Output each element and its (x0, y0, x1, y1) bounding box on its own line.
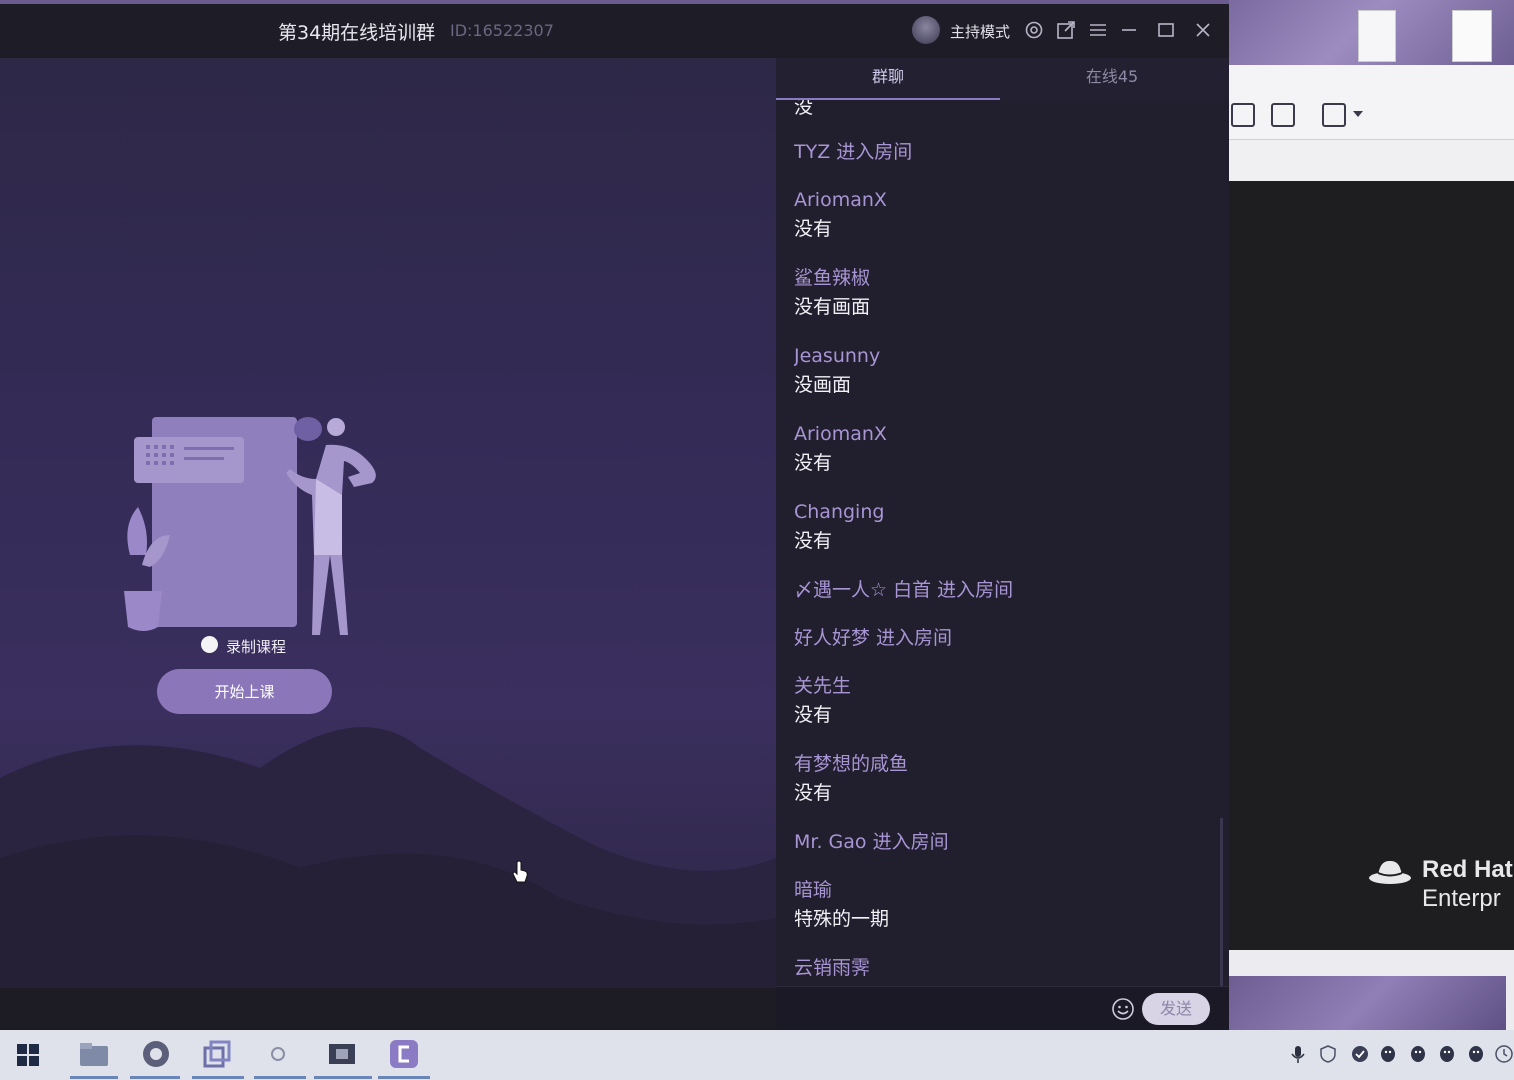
system-notice-text: 〆遇一人☆ 白首 进入房间 (794, 579, 1014, 601)
sender-name[interactable]: 有梦想的咸鱼 (794, 750, 1214, 778)
windows-start-icon[interactable] (16, 1043, 40, 1067)
browser-icon[interactable] (140, 1038, 172, 1070)
chat-message: Changing 没有 (794, 498, 1214, 556)
chat-message-list[interactable]: 没 TYZ 进入房间 AriomanX 没有 鲨鱼辣椒 没有画面 Jeasunny 没画面 A… (794, 100, 1214, 985)
sender-name[interactable]: Jeasunny (794, 342, 1214, 370)
chat-message: 鲨鱼辣椒 没有画面 (794, 264, 1214, 322)
record-course-label: 录制课程 (226, 638, 287, 656)
taskbar-active-indicator (378, 1076, 430, 1079)
system-notice: Mr. Gao 进入房间 (794, 828, 1214, 856)
system-notice: 〆遇一人☆ 白首 进入房间 (794, 576, 1214, 604)
gear-icon[interactable] (1024, 20, 1044, 40)
stage-bottom-bar (0, 988, 776, 1030)
message-text: 没有 (794, 218, 833, 240)
maximize-icon[interactable] (1156, 20, 1176, 40)
message-text: 没有画面 (794, 296, 871, 318)
sender-name[interactable]: 暗瑜 (794, 876, 1214, 904)
sender-name[interactable]: Changing (794, 498, 1214, 526)
title-bar: 第34期在线培训群 ID:16522307 主持模式 (0, 4, 1229, 58)
chat-message: 有梦想的咸鱼 没有 (794, 750, 1214, 808)
background-window-tabbar (1229, 140, 1514, 181)
qq-icon[interactable] (1408, 1044, 1428, 1064)
emoji-icon[interactable] (1111, 997, 1135, 1021)
course-app-icon[interactable] (388, 1038, 420, 1070)
external-link-icon[interactable] (1056, 20, 1076, 40)
chat-message: AriomanX 没有 (794, 186, 1214, 244)
chat-tabbar: 群聊 在线45 (776, 58, 1229, 100)
chevron-down-icon[interactable] (1353, 111, 1363, 117)
sender-name[interactable]: AriomanX (794, 420, 1214, 448)
chat-message: AriomanX 没有 (794, 420, 1214, 478)
message-text: 没有 (794, 452, 833, 474)
taskbar (0, 1030, 1514, 1080)
taskbar-active-indicator (70, 1076, 118, 1079)
send-button[interactable]: 发送 (1142, 993, 1210, 1025)
close-icon[interactable] (1193, 20, 1213, 40)
room-id: ID:16522307 (450, 21, 554, 40)
taskbar-active-indicator (314, 1076, 372, 1079)
brand-line-1: Red Hat (1422, 856, 1513, 883)
background-window-console (1229, 181, 1514, 950)
chat-message: 云销雨霁没有 (794, 954, 1214, 985)
record-course-radio[interactable] (201, 636, 218, 653)
clock-icon[interactable] (1494, 1044, 1514, 1064)
message-text: 没有 (794, 982, 1214, 985)
hand-cursor-icon (512, 860, 528, 883)
screenshot-icon[interactable] (1231, 103, 1255, 127)
shield-icon[interactable] (1318, 1044, 1338, 1064)
redhat-hat-icon (1369, 860, 1411, 884)
message-text: 没有 (794, 782, 833, 804)
taskbar-active-indicator (254, 1076, 306, 1079)
microphone-icon[interactable] (1288, 1044, 1308, 1064)
mountain-backdrop (0, 727, 776, 988)
terminal-icon[interactable] (1271, 103, 1295, 127)
system-notice: TYZ 进入房间 (794, 138, 1214, 166)
security-check-icon[interactable] (1350, 1044, 1370, 1064)
classroom-app-icon[interactable] (326, 1038, 358, 1070)
chat-message: Jeasunny 没画面 (794, 342, 1214, 400)
minimize-icon[interactable] (1119, 20, 1139, 40)
sender-name[interactable]: AriomanX (794, 186, 1214, 214)
background-window-tile (1452, 10, 1492, 62)
start-class-button[interactable]: 开始上课 (157, 669, 332, 714)
window-title: 第34期在线培训群 (278, 22, 436, 44)
system-notice-text: Mr. Gao 进入房间 (794, 831, 949, 853)
brand-line-2: Enterpr (1422, 885, 1501, 912)
system-notice-text: 好人好梦 进入房间 (794, 627, 953, 649)
background-window-footer (1229, 950, 1514, 1030)
message-text: 没 (794, 100, 814, 118)
message-text: 特殊的一期 (794, 908, 890, 930)
message-text: 没有 (794, 530, 833, 552)
avatar[interactable] (912, 16, 940, 44)
tab-online-users[interactable]: 在线45 (1000, 58, 1224, 100)
qq-icon[interactable] (1378, 1044, 1398, 1064)
sender-name[interactable]: 鲨鱼辣椒 (794, 264, 1214, 292)
sender-name[interactable]: 关先生 (794, 672, 1214, 700)
virtual-machine-icon[interactable] (201, 1038, 233, 1070)
qq-icon[interactable] (1466, 1044, 1486, 1064)
teaching-illustration (124, 417, 376, 635)
taskbar-active-indicator (192, 1076, 244, 1079)
classroom-window: 第34期在线培训群 ID:16522307 主持模式 录制课程 开始上课 群聊 … (0, 4, 1229, 1030)
background-window-tile (1358, 10, 1396, 62)
hamburger-icon[interactable] (1088, 20, 1108, 40)
chat-panel: 群聊 在线45 没 TYZ 进入房间 AriomanX 没有 鲨鱼辣椒 没有画面 Jeas… (776, 58, 1229, 1030)
fullscreen-icon[interactable] (1322, 103, 1346, 127)
chat-input-bar: 发送 (776, 986, 1229, 1030)
taskbar-active-indicator (130, 1076, 180, 1079)
system-notice: 好人好梦 进入房间 (794, 624, 1214, 652)
message-text: 没有 (794, 704, 833, 726)
lecture-stage: 录制课程 开始上课 (0, 58, 776, 988)
sender-name[interactable]: 云销雨霁 (794, 954, 1214, 982)
system-notice-text: TYZ 进入房间 (794, 141, 913, 163)
qq-icon[interactable] (1437, 1044, 1457, 1064)
app-icon[interactable] (262, 1038, 294, 1070)
background-window-toolbar (1229, 65, 1514, 140)
file-explorer-icon[interactable] (78, 1038, 110, 1070)
host-mode-label[interactable]: 主持模式 (950, 21, 1010, 42)
chat-message: 关先生 没有 (794, 672, 1214, 730)
chat-message: 暗瑜 特殊的一期 (794, 876, 1214, 934)
tab-group-chat[interactable]: 群聊 (776, 58, 1000, 100)
message-text: 没画面 (794, 374, 852, 396)
